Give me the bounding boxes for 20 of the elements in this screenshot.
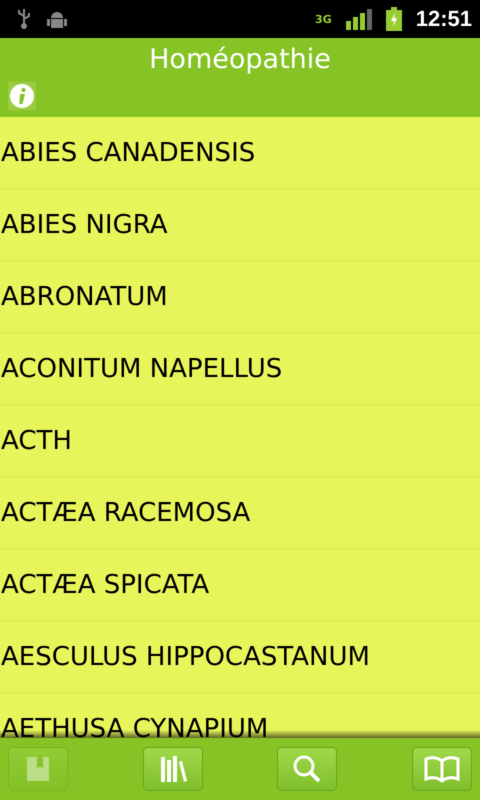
search-button[interactable] [277,747,338,791]
library-button[interactable] [142,747,203,791]
remedy-item[interactable]: ACTH [0,405,480,477]
remedy-item[interactable]: AESCULUS HIPPOCASTANUM [0,621,480,693]
usb-icon [16,8,32,30]
signal-icon [346,8,372,30]
remedy-item[interactable]: ABIES CANADENSIS [0,117,480,189]
remedy-item[interactable]: ACONITUM NAPELLUS [0,333,480,405]
clock-time: 12:51 [416,6,472,32]
battery-icon [386,7,402,31]
book-button[interactable] [412,747,472,791]
network-label: 3G [315,12,332,26]
android-icon [46,9,68,29]
remedy-item[interactable]: ACTÆA SPICATA [0,549,480,621]
open-book-icon [424,755,460,783]
remedy-item[interactable]: ACTÆA RACEMOSA [0,477,480,549]
remedy-item[interactable]: ABRONATUM [0,261,480,333]
app-title: Homéopathie [149,43,331,77]
info-icon[interactable] [8,82,36,110]
remedy-item[interactable]: ABIES NIGRA [0,189,480,261]
